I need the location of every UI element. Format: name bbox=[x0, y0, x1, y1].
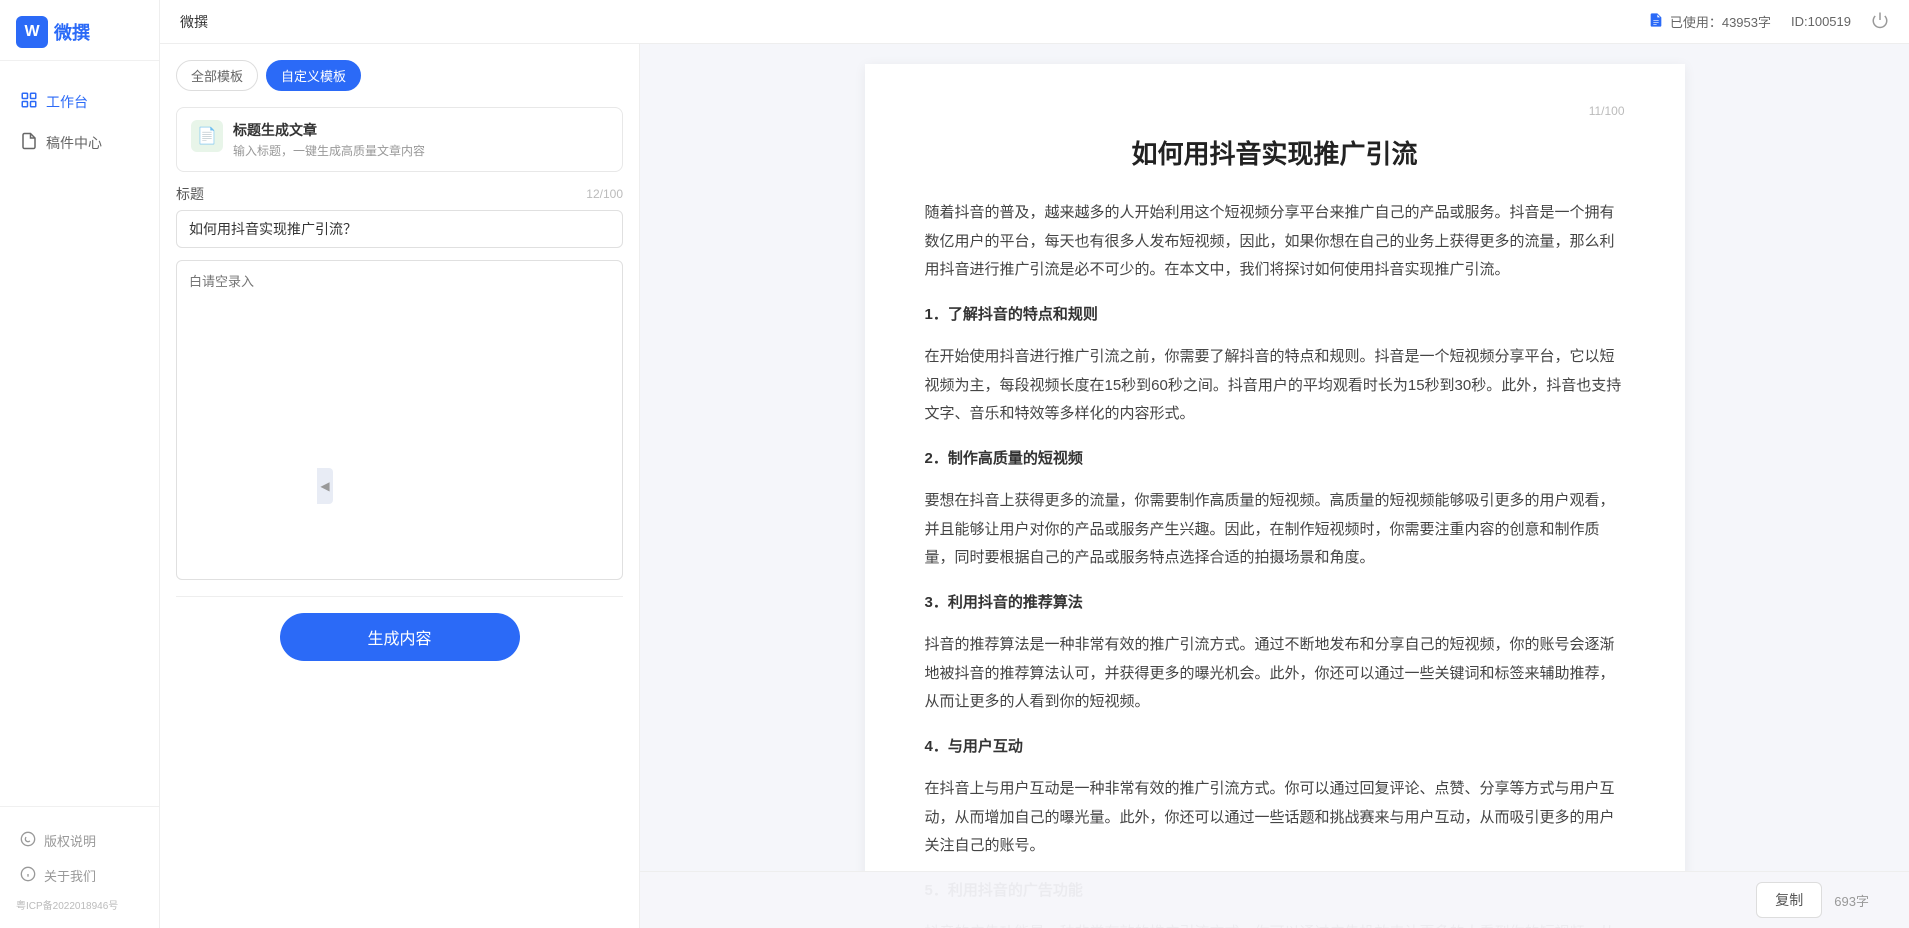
article-container: 11/100 如何用抖音实现推广引流 随着抖音的普及，越来越多的人开始利用这个短… bbox=[865, 64, 1685, 928]
logo-text: 微撰 bbox=[54, 19, 90, 45]
title-label-row: 标题 12/100 bbox=[176, 184, 623, 204]
left-panel: 全部模板 自定义模板 📄 标题生成文章 输入标题，一键生成高质量文章内容 标题 … bbox=[160, 44, 640, 928]
article-paragraph-8: 在抖音上与用户互动是一种非常有效的推广引流方式。你可以通过回复评论、点赞、分享等… bbox=[925, 775, 1625, 861]
article-title: 如何用抖音实现推广引流 bbox=[925, 134, 1625, 171]
article-page-number: 11/100 bbox=[925, 104, 1625, 118]
document-icon bbox=[1648, 12, 1664, 31]
article-paragraph-3: 2．制作高质量的短视频 bbox=[925, 445, 1625, 474]
sidebar-drafts-label: 稿件中心 bbox=[46, 133, 102, 153]
sidebar-item-workbench[interactable]: 工作台 bbox=[0, 81, 159, 122]
article-footer: 复制 693字 bbox=[640, 871, 1909, 928]
copyright-label: 版权说明 bbox=[44, 831, 96, 850]
sidebar-workbench-label: 工作台 bbox=[46, 92, 88, 112]
template-card-title-article[interactable]: 📄 标题生成文章 输入标题，一键生成高质量文章内容 bbox=[176, 107, 623, 172]
logo-icon: W bbox=[16, 16, 48, 48]
copy-button[interactable]: 复制 bbox=[1756, 882, 1822, 918]
usage-display: 已使用：43953字 bbox=[1648, 12, 1771, 31]
template-card-desc: 输入标题，一键生成高质量文章内容 bbox=[233, 142, 425, 159]
file-icon bbox=[20, 132, 38, 153]
article-body: 随着抖音的普及，越来越多的人开始利用这个短视频分享平台来推广自己的产品或服务。抖… bbox=[925, 199, 1625, 928]
collapse-panel-arrow[interactable]: ◀ bbox=[317, 468, 333, 504]
word-count: 693字 bbox=[1834, 891, 1869, 910]
copyright-text: 粤ICP备2022018946号 bbox=[0, 893, 159, 920]
article-paragraph-7: 4．与用户互动 bbox=[925, 733, 1625, 762]
title-label: 标题 bbox=[176, 184, 204, 204]
topbar-right: 已使用：43953字 ID:100519 bbox=[1648, 11, 1889, 32]
article-paragraph-0: 随着抖音的普及，越来越多的人开始利用这个短视频分享平台来推广自己的产品或服务。抖… bbox=[925, 199, 1625, 285]
topbar: 微撰 已使用：43953字 ID:100519 bbox=[160, 0, 1909, 44]
about-label: 关于我们 bbox=[44, 866, 96, 885]
usage-text: 已使用：43953字 bbox=[1670, 12, 1771, 31]
sidebar-item-drafts[interactable]: 稿件中心 bbox=[0, 122, 159, 163]
topbar-title: 微撰 bbox=[180, 12, 208, 32]
generate-button[interactable]: 生成内容 bbox=[280, 613, 520, 661]
title-counter: 12/100 bbox=[586, 187, 623, 201]
sidebar-footer: 版权说明 关于我们 粤ICP备2022018946号 bbox=[0, 806, 159, 928]
article-paragraph-2: 在开始使用抖音进行推广引流之前，你需要了解抖音的特点和规则。抖音是一个短视频分享… bbox=[925, 343, 1625, 429]
tab-all-templates[interactable]: 全部模板 bbox=[176, 60, 258, 91]
template-card-name: 标题生成文章 bbox=[233, 120, 425, 140]
logo-area: W 微撰 bbox=[0, 0, 159, 61]
article-paragraph-6: 抖音的推荐算法是一种非常有效的推广引流方式。通过不断地发布和分享自己的短视频，你… bbox=[925, 631, 1625, 717]
power-icon[interactable] bbox=[1871, 11, 1889, 32]
sidebar-nav: 工作台 稿件中心 bbox=[0, 61, 159, 806]
article-paragraph-5: 3．利用抖音的推荐算法 bbox=[925, 589, 1625, 618]
template-card-icon: 📄 bbox=[191, 120, 223, 152]
sidebar: W 微撰 工作台 稿件中心 版权说明 关于我们 bbox=[0, 0, 160, 928]
logo-letter: W bbox=[24, 23, 39, 41]
article-paragraph-1: 1．了解抖音的特点和规则 bbox=[925, 301, 1625, 330]
content-textarea[interactable] bbox=[176, 260, 623, 580]
sidebar-item-copyright[interactable]: 版权说明 bbox=[0, 823, 159, 858]
template-tabs: 全部模板 自定义模板 bbox=[176, 60, 623, 91]
form-separator bbox=[176, 596, 623, 597]
title-input[interactable] bbox=[176, 210, 623, 248]
sidebar-item-about[interactable]: 关于我们 bbox=[0, 858, 159, 893]
info-icon bbox=[20, 866, 36, 885]
article-paragraph-4: 要想在抖音上获得更多的流量，你需要制作高质量的短视频。高质量的短视频能够吸引更多… bbox=[925, 487, 1625, 573]
copyright-icon bbox=[20, 831, 36, 850]
content-area: 全部模板 自定义模板 📄 标题生成文章 输入标题，一键生成高质量文章内容 标题 … bbox=[160, 44, 1909, 928]
title-form-section: 标题 12/100 bbox=[176, 184, 623, 248]
topbar-id: ID:100519 bbox=[1791, 14, 1851, 29]
template-card-info: 标题生成文章 输入标题，一键生成高质量文章内容 bbox=[233, 120, 425, 159]
tab-custom-templates[interactable]: 自定义模板 bbox=[266, 60, 361, 91]
right-panel: 11/100 如何用抖音实现推广引流 随着抖音的普及，越来越多的人开始利用这个短… bbox=[640, 44, 1909, 928]
grid-icon bbox=[20, 91, 38, 112]
